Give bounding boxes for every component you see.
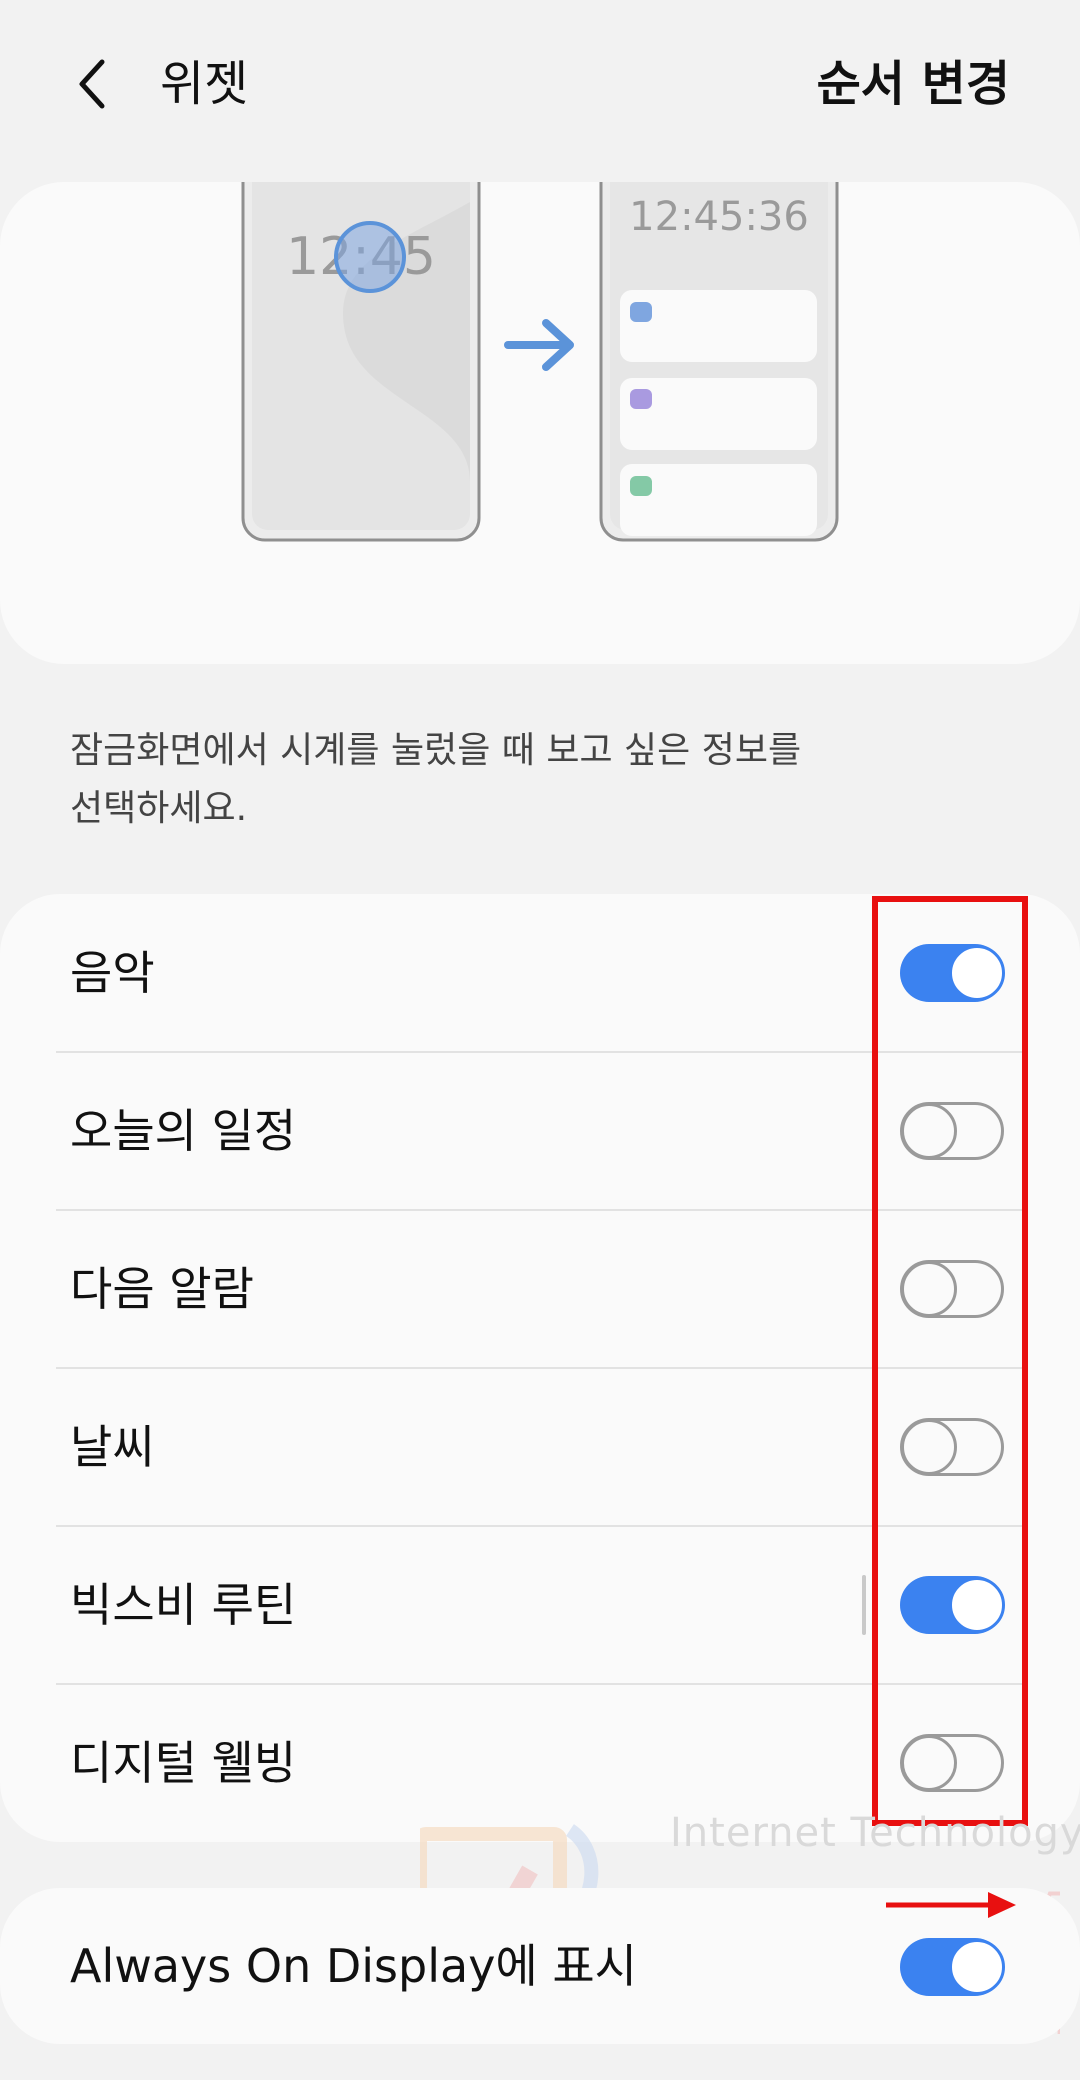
aod-label: Always On Display에 표시 bbox=[70, 1939, 637, 1993]
aod-toggle[interactable] bbox=[900, 1938, 1005, 1996]
preview-illustration: 12:45 12:45:36 bbox=[0, 182, 1080, 664]
back-button[interactable] bbox=[64, 52, 120, 116]
widget-card-3 bbox=[620, 464, 817, 536]
reorder-button[interactable]: 순서 변경 bbox=[817, 52, 1010, 116]
widget-card-1 bbox=[620, 290, 817, 362]
list-item-label: 오늘의 일정 bbox=[70, 1104, 297, 1158]
widget-dot-1 bbox=[630, 302, 652, 322]
widget-dot-2 bbox=[630, 389, 652, 409]
list-item-label: 빅스비 루틴 bbox=[70, 1578, 297, 1632]
list-item-label: 음악 bbox=[70, 946, 155, 1000]
phone-before-illustration: 12:45 bbox=[241, 182, 481, 542]
widget-dot-3 bbox=[630, 476, 652, 496]
page-title: 위젯 bbox=[160, 56, 249, 112]
clock-after: 12:45:36 bbox=[629, 194, 809, 240]
widget-card-2 bbox=[620, 378, 817, 450]
chevron-left-icon bbox=[79, 59, 105, 109]
description-text: 잠금화면에서 시계를 눌렀을 때 보고 싶은 정보를 선택하세요. bbox=[70, 722, 970, 838]
scrollbar[interactable] bbox=[862, 1575, 866, 1635]
description-line-2: 선택하세요. bbox=[70, 788, 248, 829]
highlight-box-annotation bbox=[872, 896, 1028, 1826]
phone-after-illustration: 12:45:36 bbox=[599, 182, 839, 542]
list-item-label: 날씨 bbox=[70, 1420, 155, 1474]
toggle-knob bbox=[949, 1939, 1005, 1995]
arrow-right-icon bbox=[504, 319, 574, 371]
description-line-1: 잠금화면에서 시계를 눌렀을 때 보고 싶은 정보를 bbox=[70, 730, 802, 771]
list-item-label: 디지털 웰빙 bbox=[70, 1736, 297, 1790]
app-bar: 위젯 순서 변경 bbox=[0, 0, 1080, 170]
arrow-right-icon bbox=[886, 1892, 1016, 1918]
tap-indicator bbox=[334, 221, 406, 293]
list-item-label: 다음 알람 bbox=[70, 1262, 254, 1316]
